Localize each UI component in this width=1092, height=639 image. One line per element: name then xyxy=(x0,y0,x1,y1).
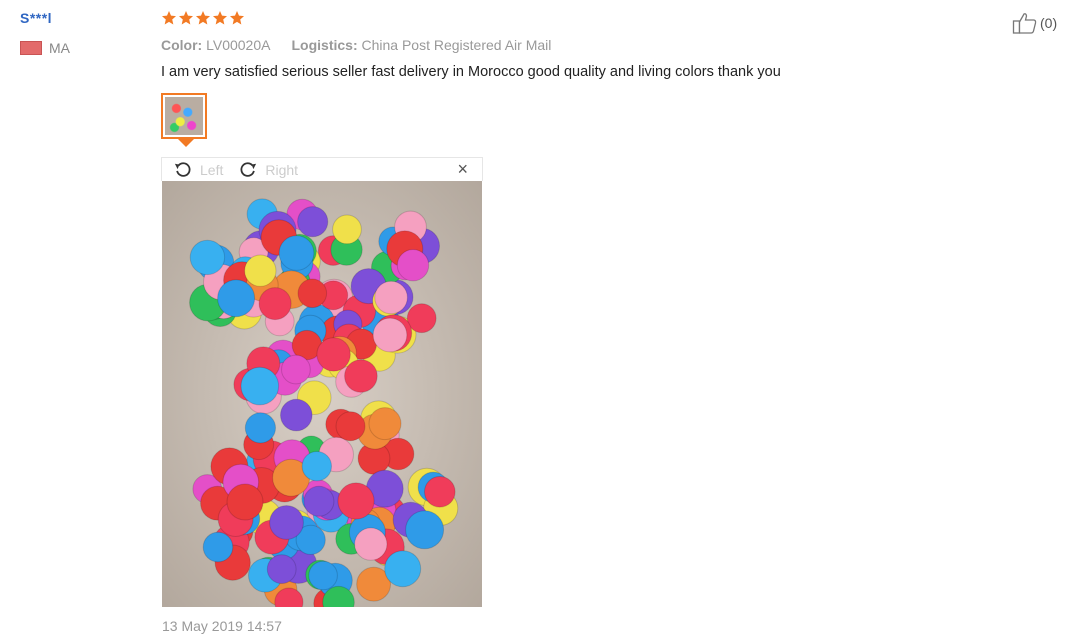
star-icon xyxy=(230,11,244,25)
review-meta: Color: LV00020A Logistics: China Post Re… xyxy=(161,37,551,53)
logistics-label: Logistics: xyxy=(291,37,358,53)
logistics-value: China Post Registered Air Mail xyxy=(361,37,552,53)
rotate-right-label: Right xyxy=(265,161,299,178)
star-icon xyxy=(213,11,227,25)
reviewer-name: S***l xyxy=(20,10,53,26)
thumbnail-pointer xyxy=(178,139,194,147)
rotate-left-icon xyxy=(174,161,191,177)
star-icon xyxy=(196,11,210,25)
helpful-button[interactable]: (0) xyxy=(1012,11,1057,35)
helpful-count: (0) xyxy=(1040,15,1058,31)
close-icon: × xyxy=(457,159,468,179)
rotate-right-button[interactable]: Right xyxy=(239,161,298,179)
star-rating xyxy=(161,10,245,26)
review-date: 13 May 2019 14:57 xyxy=(162,618,282,634)
country-flag-icon xyxy=(20,41,42,55)
review-photo-large xyxy=(162,181,482,607)
close-viewer-button[interactable]: × xyxy=(457,159,468,179)
star-icon xyxy=(162,11,176,25)
color-label: Color: xyxy=(161,37,203,53)
reviewer-country: MA xyxy=(20,40,70,56)
rotate-left-label: Left xyxy=(200,161,224,178)
photo-image xyxy=(162,181,482,607)
thumbnail-image xyxy=(165,97,203,135)
image-viewer-toolbar: Left Right × xyxy=(161,157,483,181)
review-photo-thumbnail[interactable] xyxy=(161,93,207,139)
review-text: I am very satisfied serious seller fast … xyxy=(161,64,781,80)
thumbs-up-icon xyxy=(1012,13,1037,34)
color-value: LV00020A xyxy=(206,37,270,53)
rotate-left-button[interactable]: Left xyxy=(174,161,223,179)
rotate-right-icon xyxy=(240,161,257,177)
country-code: MA xyxy=(49,40,70,56)
star-icon xyxy=(179,11,193,25)
